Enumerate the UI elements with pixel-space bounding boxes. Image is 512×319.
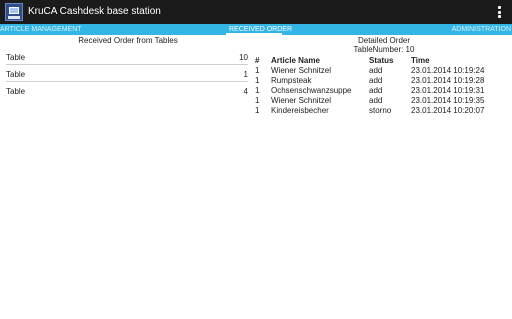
table-label: Table — [6, 70, 26, 79]
order-status: add — [369, 96, 383, 105]
order-row: 1 Kindereisbecher storno 23.01.2014 10:2… — [255, 106, 510, 116]
column-header-number: # — [255, 56, 260, 65]
order-time: 23.01.2014 10:19:31 — [411, 86, 485, 95]
order-row: 1 Ochsenschwanzsuppe add 23.01.2014 10:1… — [255, 86, 510, 96]
order-table-header: # Article Name Status Time — [255, 56, 510, 66]
order-quantity: 1 — [255, 106, 260, 115]
table-label: Table — [6, 53, 26, 62]
column-header-status: Status — [369, 56, 394, 65]
tab-administration[interactable]: ADMINISTRATION — [452, 25, 511, 34]
order-status: add — [369, 66, 383, 75]
order-status: storno — [369, 106, 392, 115]
order-time: 23.01.2014 10:19:24 — [411, 66, 485, 75]
order-article-name: Ochsenschwanzsuppe — [271, 86, 352, 95]
detailed-order-title: Detailed Order — [357, 36, 411, 45]
order-row: 1 Wiener Schnitzel add 23.01.2014 10:19:… — [255, 66, 510, 76]
order-time: 23.01.2014 10:19:35 — [411, 96, 485, 105]
order-status: add — [369, 86, 383, 95]
table-number: 1 — [243, 70, 248, 79]
order-row: 1 Wiener Schnitzel add 23.01.2014 10:19:… — [255, 96, 510, 106]
order-status: add — [369, 76, 383, 85]
table-list-item[interactable]: Table 4 — [6, 87, 250, 97]
order-quantity: 1 — [255, 66, 260, 75]
table-number: 10 — [239, 53, 248, 62]
overflow-menu-icon[interactable] — [496, 6, 502, 18]
order-row: 1 Rumpsteak add 23.01.2014 10:19:28 — [255, 76, 510, 86]
row-divider — [6, 64, 248, 65]
table-number: 4 — [243, 87, 248, 96]
order-article-name: Wiener Schnitzel — [271, 96, 332, 105]
order-quantity: 1 — [255, 76, 260, 85]
column-header-article-name: Article Name — [271, 56, 320, 65]
table-list-item[interactable]: Table 10 — [6, 53, 250, 65]
table-number-label: TableNumber: 10 — [353, 45, 415, 54]
order-article-name: Kindereisbecher — [271, 106, 329, 115]
app-title: KruCA Cashdesk base station — [28, 6, 161, 17]
order-article-name: Rumpsteak — [271, 76, 312, 85]
order-time: 23.01.2014 10:19:28 — [411, 76, 485, 85]
received-orders-title: Received Order from Tables — [78, 36, 178, 45]
order-quantity: 1 — [255, 96, 260, 105]
order-time: 23.01.2014 10:20:07 — [411, 106, 485, 115]
cashdesk-monitor-icon[interactable] — [5, 3, 23, 21]
tab-article-management[interactable]: ARTICLE MANAGEMENT — [0, 25, 82, 34]
order-quantity: 1 — [255, 86, 260, 95]
row-divider — [6, 81, 248, 82]
table-label: Table — [6, 87, 26, 96]
table-list-item[interactable]: Table 1 — [6, 70, 250, 82]
action-bar: KruCA Cashdesk base station — [0, 0, 512, 24]
selected-tab-indicator — [226, 33, 282, 35]
order-article-name: Wiener Schnitzel — [271, 66, 332, 75]
column-header-time: Time — [411, 56, 430, 65]
